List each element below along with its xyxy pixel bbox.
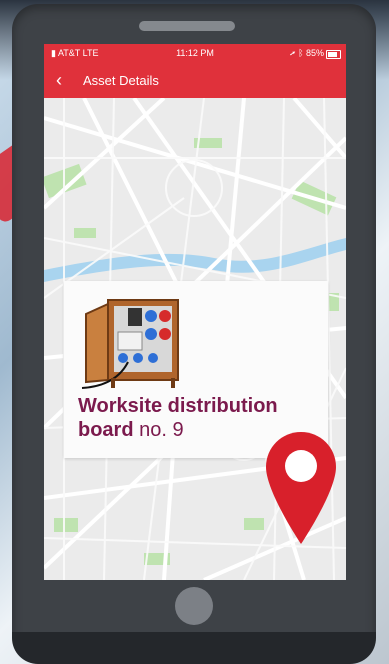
phone-speaker — [139, 21, 235, 31]
status-bar: ▮ AT&T LTE 11:12 PM ➚ ᛒ 85% — [44, 44, 346, 64]
nav-bar: ‹ Asset Details — [44, 64, 346, 98]
asset-number: no. 9 — [139, 419, 184, 441]
battery-percent: 85% — [305, 48, 324, 58]
phone-base — [12, 632, 376, 664]
location-arrow-icon: ➚ — [290, 48, 296, 58]
bluetooth-icon: ᛒ — [298, 48, 304, 58]
phone-screen: ▮ AT&T LTE 11:12 PM ➚ ᛒ 85% ‹ Asset Deta… — [44, 44, 346, 580]
map-pin-icon[interactable] — [264, 430, 338, 546]
distribution-board-image — [81, 299, 179, 389]
chevron-left-icon[interactable]: ‹ — [56, 71, 62, 89]
battery-icon — [326, 50, 341, 59]
nav-title: Asset Details — [83, 73, 159, 88]
home-button[interactable] — [175, 587, 213, 625]
